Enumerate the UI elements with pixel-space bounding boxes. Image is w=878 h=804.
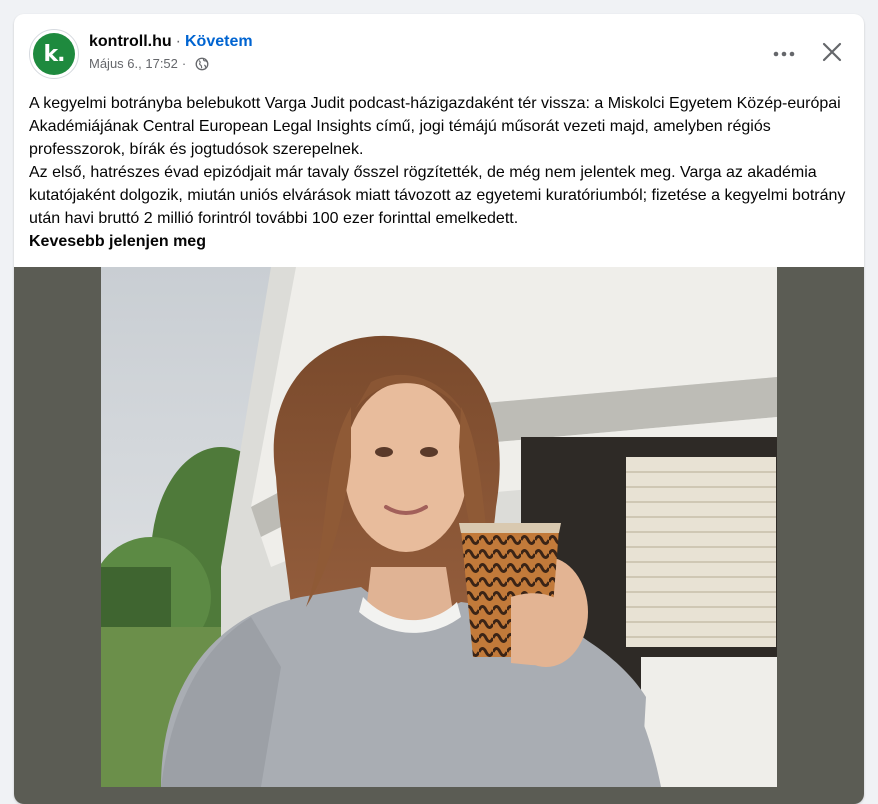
post-paragraph-1: A kegyelmi botrányba belebukott Varga Ju… — [29, 95, 841, 158]
page-name-link[interactable]: kontroll.hu — [89, 33, 172, 50]
meta-separator-dot: · — [181, 56, 187, 71]
close-button[interactable] — [814, 34, 850, 70]
see-less-link[interactable]: Kevesebb jelenjen meg — [29, 230, 859, 253]
post-author-line: kontroll.hu · Követem — [89, 32, 253, 52]
separator-dot: · — [175, 33, 181, 50]
post-card: k. kontroll.hu · Követem Május 6., 17:52 · — [14, 14, 864, 804]
post-photo-frame[interactable] — [14, 267, 864, 804]
follow-button[interactable]: Követem — [185, 33, 253, 50]
post-timestamp[interactable]: Május 6., 17:52 — [89, 55, 178, 73]
more-options-button[interactable] — [766, 36, 802, 72]
close-icon — [822, 42, 842, 62]
post-header: k. kontroll.hu · Követem Május 6., 17:52 · — [14, 14, 864, 84]
post-meta: Május 6., 17:52 · — [89, 55, 209, 73]
avatar-logo: k. — [33, 33, 75, 75]
post-text: A kegyelmi botrányba belebukott Varga Ju… — [29, 92, 859, 253]
post-photo[interactable] — [101, 267, 777, 787]
post-paragraph-2: Az első, hatrészes évad epizódjait már t… — [29, 164, 846, 227]
globe-icon[interactable] — [195, 57, 209, 71]
more-icon — [773, 51, 795, 57]
page-avatar[interactable]: k. — [29, 29, 79, 79]
